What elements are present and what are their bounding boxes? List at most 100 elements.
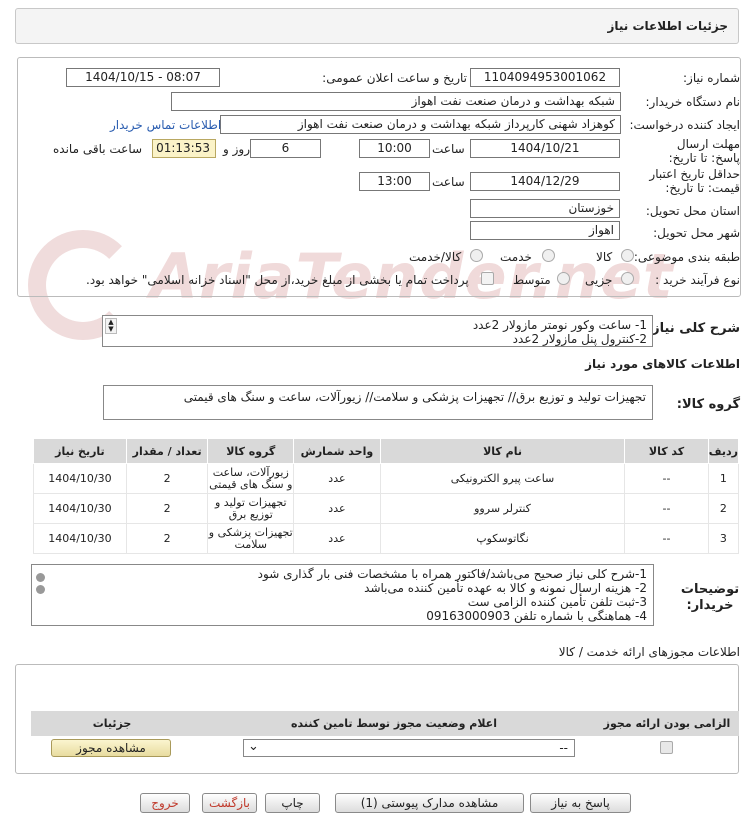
contact-buyer-link[interactable]: اطلاعات تماس خریدار	[110, 118, 221, 132]
deadline-date-field: 1404/10/21	[470, 139, 620, 158]
table-row: 3 -- نگاتوسکوپ عدد تجهیزات پزشکی و سلامت…	[33, 523, 740, 554]
remaining-label: ساعت باقی مانده	[53, 142, 143, 156]
chevron-down-icon: ⌄	[248, 739, 259, 754]
summary-label: شرح کلی نیاز:	[646, 321, 740, 336]
cell-name: کنترلر سروو	[379, 493, 626, 524]
announce-field: 1404/10/15 - 08:07	[66, 68, 220, 87]
process-radio-medium[interactable]	[557, 272, 570, 285]
scroll-dot-icon	[35, 585, 45, 594]
buyer-notes-label: توضیحات خریدار:	[680, 582, 740, 613]
need-number-label: شماره نیاز:	[683, 71, 740, 85]
cell-group: تجهیزات پزشکی و سلامت	[207, 523, 295, 554]
cell-index: 1	[707, 463, 740, 494]
cell-index: 3	[707, 523, 740, 554]
buyer-note-line: 4- هماهنگی با شماره تلفن 09163000903	[426, 609, 647, 623]
deadline-label: مهلت ارسال پاسخ: تا تاریخ:	[668, 137, 740, 165]
table-row: 1 -- ساعت پیرو الکترونیکی عدد زیورآلات، …	[33, 463, 740, 494]
cell-qty: 2	[125, 463, 209, 494]
table-row: 2 -- کنترلر سروو عدد تجهیزات تولید و توز…	[33, 493, 740, 524]
cell-qty: 2	[125, 493, 209, 524]
header-bar: جزئیات اطلاعات نیاز	[15, 8, 739, 44]
process-option-minor: جزیی	[585, 273, 613, 287]
buyer-notes-textarea[interactable]: 1-شرح کلی نیاز صحیح می‌باشد/فاکتور همراه…	[31, 564, 654, 626]
reply-button[interactable]: پاسخ به نیاز	[530, 793, 631, 813]
permit-col-details: جزئیات	[92, 717, 132, 730]
category-option-service: خدمت	[500, 250, 532, 264]
buyer-note-line: 3-ثبت تلفن تأمین کننده الزامی ست	[467, 595, 647, 609]
cell-unit: عدد	[293, 463, 381, 494]
textarea-scrollbar[interactable]	[34, 567, 46, 623]
deadline-time-field: 10:00	[359, 139, 430, 158]
textarea-scroll-arrows-icon[interactable]: ▲ ▼	[105, 318, 117, 334]
cell-index: 2	[707, 493, 740, 524]
cell-date: 1404/10/30	[33, 523, 127, 554]
buyer-field: شبکه بهداشت و درمان صنعت نفت اهواز	[171, 92, 621, 111]
province-label: استان محل تحویل:	[645, 204, 740, 218]
category-option-both: کالا/خدمت	[409, 250, 462, 264]
permits-table: الزامی بودن ارائه مجوز اعلام وضعیت مجوز …	[31, 711, 739, 761]
buyer-note-line: 1-شرح کلی نیاز صحیح می‌باشد/فاکتور همراه…	[257, 567, 647, 581]
print-button[interactable]: چاپ	[265, 793, 320, 813]
goods-table: ردیف کد کالا نام کالا واحد شمارش گروه کا…	[33, 438, 740, 554]
col-qty: تعداد / مقدار	[125, 438, 209, 464]
permit-col-status: اعلام وضعیت مجوز توسط تامین کننده	[291, 717, 497, 730]
view-permit-button[interactable]: مشاهده مجوز	[51, 739, 171, 757]
days-label: روز و	[223, 142, 250, 156]
validity-date-field: 1404/12/29	[470, 172, 620, 191]
cell-code: --	[624, 463, 709, 494]
goods-group-label: گروه کالا:	[676, 397, 740, 412]
permit-required-checkbox	[660, 741, 673, 754]
process-option-medium: متوسط	[513, 273, 551, 287]
col-index: ردیف	[707, 438, 740, 464]
process-label: نوع فرآیند خرید :	[655, 273, 740, 287]
page-title: جزئیات اطلاعات نیاز	[607, 19, 728, 33]
attached-docs-button[interactable]: مشاهده مدارک پیوستی (1)	[335, 793, 524, 813]
goods-group-field: تجهیزات تولید و توزیع برق// تجهیزات پزشک…	[103, 385, 653, 420]
permit-status-select[interactable]: -- ⌄	[243, 739, 575, 757]
col-date: تاریخ نیاز	[33, 438, 127, 464]
cell-group: تجهیزات تولید و توزیع برق	[207, 493, 295, 524]
validity-time-field: 13:00	[359, 172, 430, 191]
cell-name: نگاتوسکوپ	[379, 523, 626, 554]
payment-note: پرداخت تمام یا بخشی از مبلغ خرید،از محل …	[86, 273, 469, 287]
scroll-dot-icon	[35, 573, 45, 582]
cell-code: --	[624, 523, 709, 554]
col-unit: واحد شمارش	[293, 438, 381, 464]
exit-button[interactable]: خروج	[140, 793, 190, 813]
need-number-field: 1104094953001062	[470, 68, 620, 87]
category-option-goods: کالا	[596, 250, 613, 264]
cell-date: 1404/10/30	[33, 463, 127, 494]
permit-status-value: --	[559, 741, 568, 755]
summary-line: 1- ساعت وکور نومتر مازولار 2عدد	[472, 318, 647, 332]
validity-time-label: ساعت	[432, 175, 465, 189]
category-radio-goods[interactable]	[621, 249, 634, 262]
col-name: نام کالا	[379, 438, 626, 464]
province-field: خوزستان	[470, 199, 620, 218]
category-label: طبقه بندی موضوعی:	[633, 250, 740, 264]
city-label: شهر محل تحویل:	[653, 226, 740, 240]
category-radio-both[interactable]	[470, 249, 483, 262]
cell-unit: عدد	[293, 493, 381, 524]
deadline-time-label: ساعت	[432, 142, 465, 156]
permit-col-required: الزامی بودن ارائه مجوز	[603, 717, 731, 730]
goods-section-title: اطلاعات کالاهای مورد نیاز	[585, 357, 740, 371]
cell-group: زیورآلات، ساعت و سنگ های قیمتی	[207, 463, 295, 494]
summary-textarea[interactable]: 1- ساعت وکور نومتر مازولار 2عدد 2-کنترول…	[102, 315, 653, 347]
buyer-note-line: 2- هزینه ارسال نمونه و کالا به عهده تأمی…	[364, 581, 647, 595]
permits-section-title: اطلاعات مجوزهای ارائه خدمت / کالا	[558, 645, 740, 659]
category-radio-service[interactable]	[542, 249, 555, 262]
back-button[interactable]: بازگشت	[202, 793, 257, 813]
creator-label: ایجاد کننده درخواست:	[629, 118, 740, 132]
announce-label: تاریخ و ساعت اعلان عمومی:	[322, 71, 467, 85]
cell-code: --	[624, 493, 709, 524]
buyer-label: نام دستگاه خریدار:	[645, 95, 741, 109]
cell-unit: عدد	[293, 523, 381, 554]
validity-label: حداقل تاریخ اعتبار قیمت: تا تاریخ:	[649, 167, 740, 195]
process-radio-minor[interactable]	[621, 272, 634, 285]
treasury-checkbox[interactable]	[481, 272, 494, 285]
city-field: اهواز	[470, 221, 620, 240]
cell-date: 1404/10/30	[33, 493, 127, 524]
summary-line: 2-کنترول پنل مازولار 2عدد	[512, 332, 647, 346]
remaining-time-field: 01:13:53	[152, 139, 216, 158]
days-field: 6	[250, 139, 321, 158]
